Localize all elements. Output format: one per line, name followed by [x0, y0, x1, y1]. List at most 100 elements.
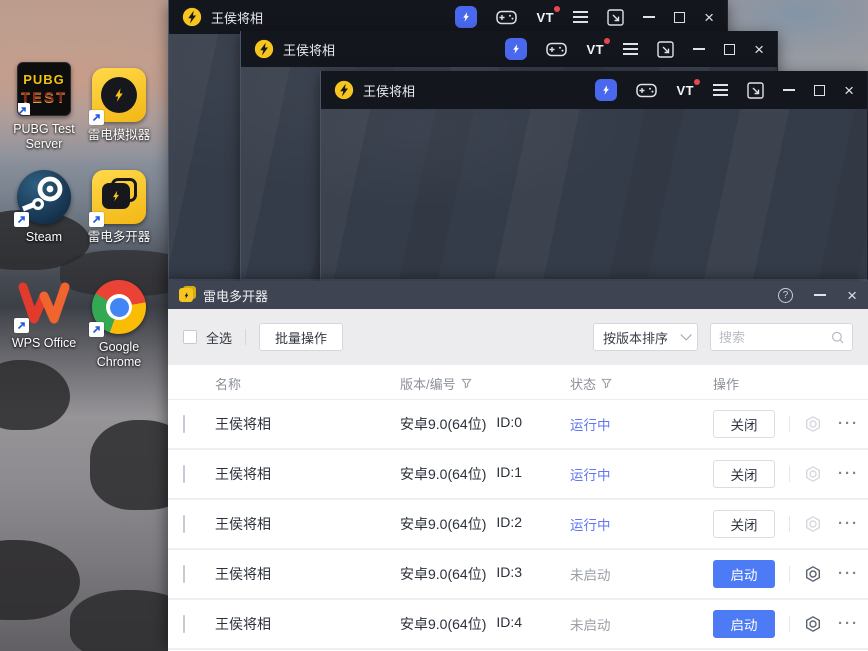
- row-checkbox[interactable]: [183, 615, 185, 633]
- mountain-rock: [0, 360, 70, 430]
- instance-settings-icon[interactable]: [804, 415, 822, 433]
- select-all-label: 全选: [206, 330, 233, 346]
- sort-dropdown[interactable]: 按版本排序: [593, 323, 698, 351]
- instance-name: 王侯将相: [215, 516, 271, 532]
- emulator-titlebar[interactable]: 王侯将相 VT ×: [169, 0, 727, 34]
- close-button[interactable]: ×: [847, 287, 857, 304]
- instance-name: 王侯将相: [215, 416, 271, 432]
- ldplayer-logo-icon: [182, 7, 202, 27]
- table-row[interactable]: 王侯将相 安卓9.0(64位) ID:1 运行中 关闭 ···: [168, 450, 868, 500]
- search-input[interactable]: [719, 329, 831, 345]
- menu-icon[interactable]: [713, 84, 729, 96]
- maximize-button[interactable]: [814, 84, 826, 96]
- vt-indicator[interactable]: VT: [536, 5, 560, 25]
- minimize-button[interactable]: [783, 89, 796, 91]
- desktop-icon-pubg-test-server[interactable]: PUBG TEST PUBG Test Server: [5, 62, 83, 152]
- instance-settings-icon[interactable]: [804, 515, 822, 533]
- manager-titlebar[interactable]: 雷电多开器 ? ×: [168, 281, 868, 309]
- instance-action-button[interactable]: 关闭: [713, 510, 775, 538]
- row-divider: [789, 416, 790, 432]
- instance-action-button[interactable]: 启动: [713, 560, 775, 588]
- maximize-button[interactable]: [674, 11, 686, 23]
- instance-action-button[interactable]: 关闭: [713, 460, 775, 488]
- instance-version-cell: 安卓9.0(64位) ID:1: [400, 464, 570, 484]
- instance-settings-icon[interactable]: [804, 465, 822, 483]
- more-options-icon[interactable]: ···: [838, 466, 859, 481]
- minimize-button[interactable]: [693, 48, 706, 50]
- menu-icon[interactable]: [623, 43, 639, 55]
- desktop-icon-label: Steam: [25, 230, 63, 244]
- search-box[interactable]: [710, 323, 853, 351]
- shortcut-arrow-icon: [89, 322, 104, 337]
- row-divider: [789, 616, 790, 632]
- instance-action-button[interactable]: 关闭: [713, 410, 775, 438]
- window-title: 雷电多开器: [203, 288, 269, 304]
- close-button[interactable]: ×: [754, 41, 764, 58]
- window-title: 王侯将相: [363, 83, 416, 99]
- instance-settings-icon[interactable]: [804, 565, 822, 583]
- close-button[interactable]: ×: [844, 82, 854, 99]
- row-checkbox[interactable]: [183, 415, 185, 433]
- boost-icon[interactable]: [505, 38, 528, 60]
- mountain-rock: [0, 540, 80, 620]
- maximize-button[interactable]: [724, 43, 736, 55]
- popout-icon[interactable]: [657, 40, 674, 58]
- android-version: 安卓9.0(64位): [400, 616, 487, 632]
- gamepad-icon[interactable]: [636, 83, 658, 98]
- minimize-button[interactable]: [643, 16, 656, 18]
- menu-icon[interactable]: [573, 11, 589, 23]
- row-checkbox[interactable]: [183, 465, 185, 483]
- desktop-icon-label: WPS Office: [11, 336, 77, 350]
- desktop-icon-google-chrome[interactable]: Google Chrome: [80, 280, 158, 370]
- instance-action-button[interactable]: 启动: [713, 610, 775, 638]
- more-options-icon[interactable]: ···: [838, 566, 859, 581]
- emulator-titlebar[interactable]: 王侯将相 VT ×: [321, 71, 867, 109]
- desktop-icon-wps-office[interactable]: WPS Office: [5, 276, 83, 351]
- vt-indicator[interactable]: VT: [586, 37, 610, 57]
- select-all-checkbox[interactable]: [183, 330, 197, 344]
- instance-id: ID:1: [496, 464, 523, 480]
- stacked-window-front: [102, 183, 130, 209]
- filter-icon[interactable]: [460, 378, 472, 389]
- boost-icon[interactable]: [455, 6, 478, 28]
- vt-indicator[interactable]: VT: [676, 78, 700, 98]
- popout-icon[interactable]: [747, 81, 764, 99]
- boost-icon[interactable]: [595, 79, 618, 101]
- row-checkbox[interactable]: [183, 565, 185, 583]
- instance-settings-icon[interactable]: [804, 615, 822, 633]
- instance-id: ID:2: [496, 514, 523, 530]
- desktop-icon-ld-emulator[interactable]: 雷电模拟器: [80, 68, 158, 143]
- emulator-titlebar[interactable]: 王侯将相 VT ×: [241, 31, 777, 67]
- table-row[interactable]: 王侯将相 安卓9.0(64位) ID:4 未启动 启动 ···: [168, 600, 868, 650]
- row-checkbox[interactable]: [183, 515, 185, 533]
- instance-name: 王侯将相: [215, 616, 271, 632]
- multi-opener-window[interactable]: 雷电多开器 ? × 全选 批量操作 按版本排序 名称 版本/编号 状态: [168, 281, 868, 651]
- instance-id: ID:4: [496, 614, 523, 630]
- popout-icon[interactable]: [607, 8, 624, 26]
- help-icon[interactable]: ?: [778, 287, 794, 303]
- more-options-icon[interactable]: ···: [838, 516, 859, 531]
- batch-operations-button[interactable]: 批量操作: [259, 323, 344, 351]
- desktop-icon-steam[interactable]: Steam: [5, 170, 83, 245]
- sort-dropdown-value: 按版本排序: [603, 330, 669, 346]
- filter-icon[interactable]: [601, 378, 612, 389]
- more-options-icon[interactable]: ···: [838, 616, 859, 631]
- chrome-icon: [89, 280, 146, 337]
- header-name: 名称: [215, 377, 242, 392]
- table-row[interactable]: 王侯将相 安卓9.0(64位) ID:0 运行中 关闭 ···: [168, 400, 868, 450]
- emulator-window-3[interactable]: 王侯将相 VT ×: [320, 71, 868, 281]
- search-icon: [831, 331, 844, 343]
- instance-version-cell: 安卓9.0(64位) ID:0: [400, 414, 570, 434]
- chrome-center: [109, 297, 129, 317]
- table-row[interactable]: 王侯将相 安卓9.0(64位) ID:2 运行中 关闭 ···: [168, 500, 868, 550]
- status-badge: 运行中: [570, 468, 611, 483]
- desktop-icon-ld-multi-opener[interactable]: 雷电多开器: [80, 170, 158, 245]
- gamepad-icon[interactable]: [496, 10, 518, 25]
- minimize-button[interactable]: [814, 294, 827, 296]
- more-options-icon[interactable]: ···: [838, 416, 859, 431]
- pubg-icon-text: PUBG: [23, 72, 65, 87]
- row-divider: [789, 566, 790, 582]
- table-row[interactable]: 王侯将相 安卓9.0(64位) ID:3 未启动 启动 ···: [168, 550, 868, 600]
- close-button[interactable]: ×: [704, 9, 714, 26]
- gamepad-icon[interactable]: [546, 42, 568, 57]
